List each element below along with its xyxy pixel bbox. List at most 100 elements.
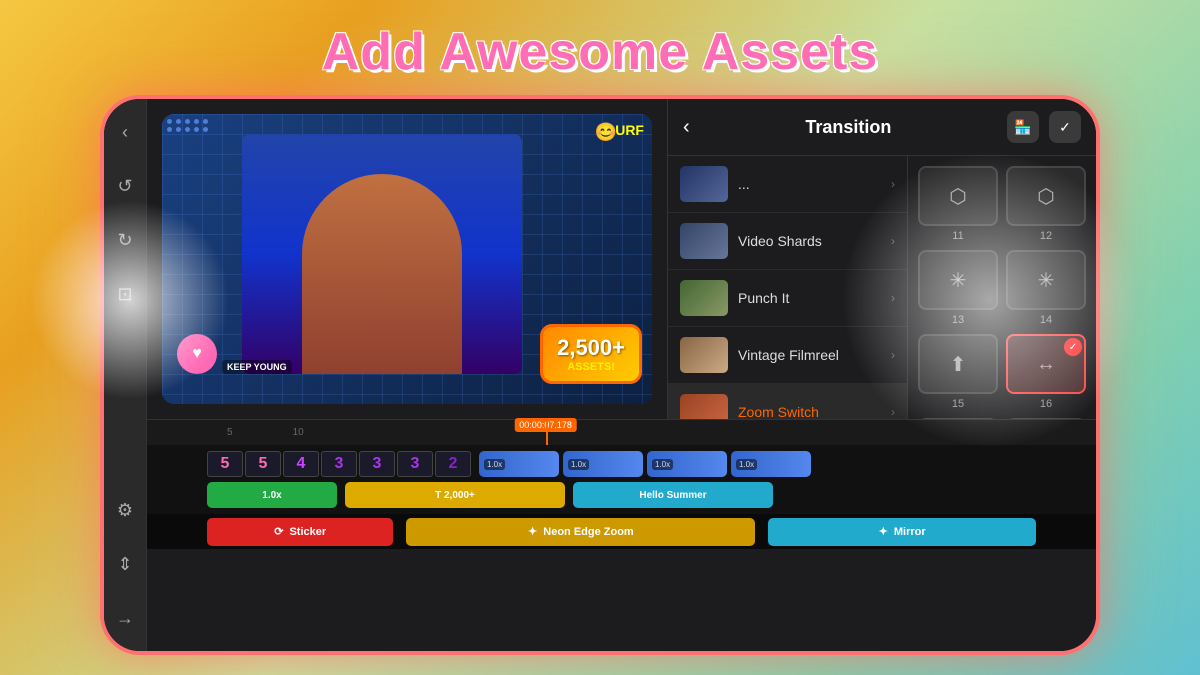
grid-item-12[interactable]: ⬡ 12: [1006, 166, 1086, 242]
grid-thumb-icon: ✳: [950, 268, 967, 293]
grid-num-15: 15: [952, 398, 964, 410]
sidebar-redo-icon[interactable]: ↻: [107, 222, 143, 258]
panel-back-button[interactable]: ‹: [683, 116, 690, 139]
headline: Add Awesome Assets: [322, 22, 878, 82]
sidebar-frame-icon[interactable]: ⊡: [107, 276, 143, 312]
grid-num-11: 11: [952, 230, 963, 242]
video-clip[interactable]: 1.0x: [731, 451, 811, 477]
list-item[interactable]: ... ›: [668, 156, 907, 213]
transition-thumb: [680, 280, 728, 316]
assets-number: 2,500+: [557, 335, 625, 361]
transition-name-punch: Punch It: [738, 290, 881, 306]
grid-item-13[interactable]: ✳ 13: [918, 250, 998, 326]
grid-item-17[interactable]: ⬇ 17: [918, 418, 998, 419]
chevron-right-icon: ›: [891, 177, 895, 191]
sidebar-back-icon[interactable]: ‹: [107, 114, 143, 150]
neon-clip[interactable]: ✦ Neon Edge Zoom: [406, 518, 755, 546]
smiley-icon: 😊: [595, 122, 617, 143]
clip-zoom-badge: 1.0x: [484, 459, 505, 470]
sidebar-export-icon[interactable]: →: [107, 600, 143, 636]
store-button[interactable]: 🏪: [1007, 111, 1039, 143]
grid-thumb-icon: ↔: [1036, 353, 1056, 376]
grid-num-14: 14: [1040, 314, 1052, 326]
selected-check: ✓: [1064, 338, 1082, 356]
audio-clip[interactable]: Hello Summer: [573, 482, 773, 508]
panel-icons: 🏪 ✓: [1007, 111, 1081, 143]
dot: [203, 127, 208, 132]
chevron-right-icon: ›: [891, 291, 895, 305]
assets-badge: 2,500+ ASSETS!: [540, 324, 642, 384]
check-button[interactable]: ✓: [1049, 111, 1081, 143]
transition-name: ...: [738, 176, 881, 192]
transition-thumb: [680, 166, 728, 202]
video-clip[interactable]: 1.0x: [563, 451, 643, 477]
dot: [176, 119, 181, 124]
grid-item-18[interactable]: ↔ 18 00:00:17.651: [1006, 418, 1086, 419]
sticker-clip[interactable]: ⟳ Sticker: [207, 518, 393, 546]
audio-clip-label: Hello Summer: [639, 490, 706, 501]
neon-label: Neon Edge Zoom: [543, 526, 633, 538]
dot: [194, 127, 199, 132]
grid-item-16[interactable]: ↔ ✓ 16: [1006, 334, 1086, 410]
deco-dots: [167, 119, 209, 132]
sidebar-adjust-icon[interactable]: ⇕: [107, 546, 143, 582]
grid-thumb-15: ⬆: [918, 334, 998, 394]
sidebar-settings-icon[interactable]: ⚙: [107, 492, 143, 528]
transition-name-zoom-switch: Zoom Switch: [738, 404, 881, 419]
clip-zoom-badge: 1.0x: [568, 459, 589, 470]
grid-thumb-13: ✳: [918, 250, 998, 310]
list-item-vintage[interactable]: Vintage Filmreel ›: [668, 327, 907, 384]
text-clip[interactable]: T 2,000+: [345, 482, 565, 508]
film-num: 5: [245, 451, 281, 477]
time-mark-5: 5: [227, 427, 233, 438]
video-clip[interactable]: 1.0x: [479, 451, 559, 477]
top-row: SURF 😊 ♥ KEEP YOUNG 2,500+ ASSETS!: [147, 99, 1096, 419]
grid-thumb-14: ✳: [1006, 250, 1086, 310]
mirror-clip[interactable]: ✦ Mirror: [768, 518, 1036, 546]
list-item-zoom-switch[interactable]: Zoom Switch ›: [668, 384, 907, 419]
transition-thumb: [680, 394, 728, 419]
clips-row: 1.0x T 2,000+ Hello Summer: [207, 481, 1036, 509]
panel-title: Transition: [700, 117, 997, 138]
grid-thumb-11: ⬡: [918, 166, 998, 226]
neon-icon: ✦: [528, 525, 537, 538]
bottom-bar: ⟳ Sticker ✦ Neon Edge Zoom ✦ Mirror: [147, 514, 1096, 549]
main-area: SURF 😊 ♥ KEEP YOUNG 2,500+ ASSETS!: [147, 99, 1096, 651]
heart-icon: ♥: [177, 334, 217, 374]
video-clip[interactable]: 1.0x: [647, 451, 727, 477]
grid-thumb-16: ↔ ✓: [1006, 334, 1086, 394]
grid-item-14[interactable]: ✳ 14: [1006, 250, 1086, 326]
transition-list: ... › Video Shards ›: [668, 156, 908, 419]
mirror-icon: ✦: [879, 525, 888, 538]
list-item-video-shards[interactable]: Video Shards ›: [668, 213, 907, 270]
dot: [185, 127, 190, 132]
transition-name-video-shards: Video Shards: [738, 233, 881, 249]
film-num: 5: [207, 451, 243, 477]
sidebar-undo-icon[interactable]: ↺: [107, 168, 143, 204]
clip-zoom-badge: 1.0x: [652, 459, 673, 470]
transition-list-area: ... › Video Shards ›: [668, 156, 1096, 419]
grid-num-12: 12: [1040, 230, 1052, 242]
text-clip-label: T 2,000+: [435, 490, 475, 501]
transition-name-vintage: Vintage Filmreel: [738, 347, 881, 363]
clip-zoom-badge: 1.0x: [736, 459, 757, 470]
grid-thumb-12: ⬡: [1006, 166, 1086, 226]
transition-panel: ‹ Transition 🏪 ✓: [667, 99, 1096, 419]
panel-header: ‹ Transition 🏪 ✓: [668, 99, 1096, 156]
mirror-label: Mirror: [894, 526, 926, 538]
film-num: 3: [359, 451, 395, 477]
grid-thumb-icon: ✳: [1038, 268, 1055, 293]
grid-thumb-icon: ⬆: [950, 352, 967, 377]
chevron-right-icon: ›: [891, 405, 895, 419]
transition-thumb: [680, 223, 728, 259]
grid-item-11[interactable]: ⬡ 11: [918, 166, 998, 242]
film-num: 3: [321, 451, 357, 477]
clip-zoom-label: 1.0x: [262, 490, 281, 501]
grid-item-15[interactable]: ⬆ 15: [918, 334, 998, 410]
film-strip: 5 5 4 3 3 3 2: [207, 451, 471, 477]
film-num: 4: [283, 451, 319, 477]
green-clip[interactable]: 1.0x: [207, 482, 337, 508]
list-item-punch[interactable]: Punch It ›: [668, 270, 907, 327]
timeline-cursor[interactable]: [546, 420, 548, 445]
grid-num-16: 16: [1040, 398, 1052, 410]
